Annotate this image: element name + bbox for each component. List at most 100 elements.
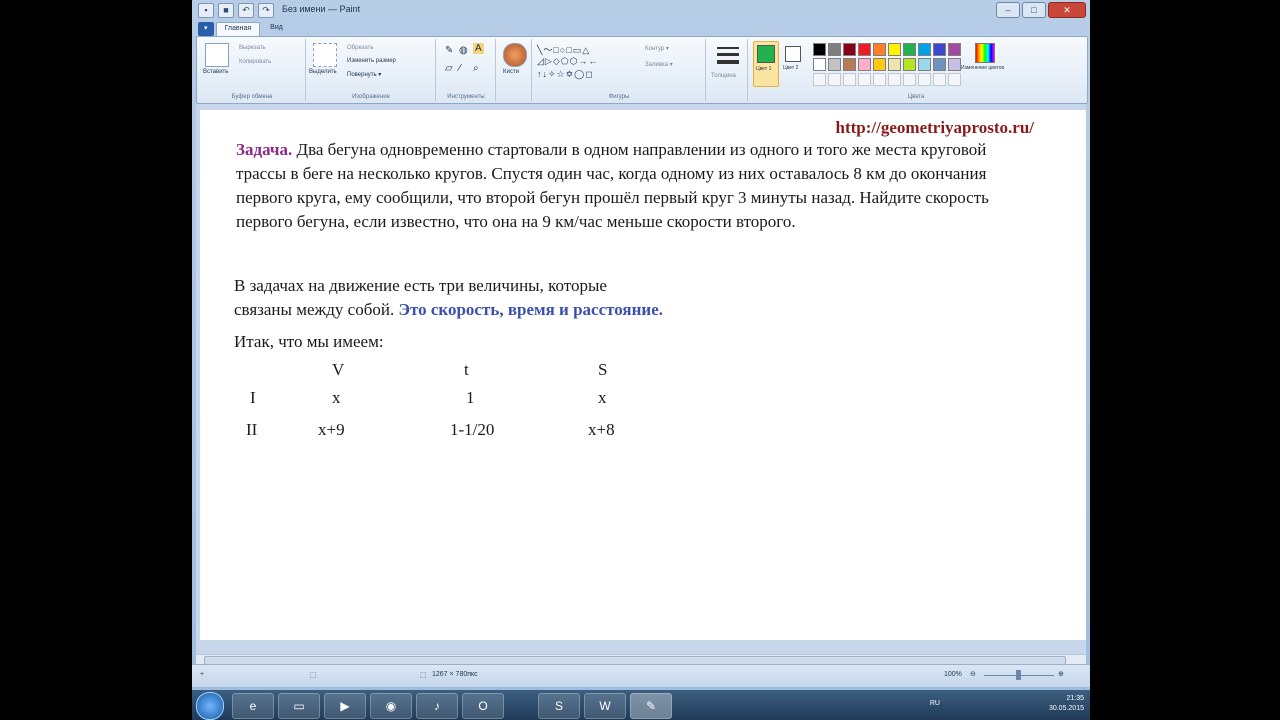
brushes-group: Кисти xyxy=(497,39,532,101)
paste-icon[interactable] xyxy=(205,43,229,67)
color-picker-icon[interactable]: ⁄ xyxy=(459,63,461,74)
sound-taskbar-icon[interactable]: ♪ xyxy=(416,693,458,719)
image-group-label: Изображение xyxy=(352,94,390,100)
media-player-taskbar-icon[interactable]: ▶ xyxy=(324,693,366,719)
custom-color-swatch[interactable] xyxy=(888,73,901,86)
fill-icon[interactable]: ◍ xyxy=(459,45,468,56)
shapes-gallery[interactable]: ╲〜□○□▭△ xyxy=(537,43,590,56)
ie-taskbar-icon[interactable]: e xyxy=(232,693,274,719)
app-menu-icon[interactable]: ▪ xyxy=(198,3,214,18)
select-icon[interactable] xyxy=(313,43,337,67)
crop-button[interactable]: Обрезать xyxy=(347,45,373,51)
color-swatch[interactable] xyxy=(918,43,931,56)
clock-date: 30.05.2015 xyxy=(1048,705,1084,712)
image-group: Выделить Обрезать Изменить размер Поверн… xyxy=(307,39,436,101)
fill-button[interactable]: Заливка ▾ xyxy=(645,61,673,68)
brush-icon[interactable] xyxy=(503,43,527,67)
pencil-icon[interactable]: ✎ xyxy=(445,45,453,56)
edit-colors-icon[interactable] xyxy=(975,43,995,63)
size-button[interactable]: Толщина xyxy=(711,73,736,79)
color-swatch[interactable] xyxy=(843,58,856,71)
maximize-button[interactable]: □ xyxy=(1022,2,1046,18)
color2-button[interactable]: Цвет 2 xyxy=(781,41,805,85)
tools-group: ✎ ◍ A ▱ ⁄ ⌕ Инструменты xyxy=(437,39,496,101)
copy-button[interactable]: Копировать xyxy=(239,59,271,65)
tab-home[interactable]: Главная xyxy=(215,22,261,36)
eraser-icon[interactable]: ▱ xyxy=(445,63,453,74)
zoom-out-button[interactable]: ⊖ xyxy=(970,670,976,678)
redo-icon[interactable]: ↷ xyxy=(258,3,274,18)
save-icon[interactable]: ■ xyxy=(218,3,234,18)
zoom-in-button[interactable]: ⊕ xyxy=(1058,670,1064,678)
color1-button[interactable]: Цвет 1 xyxy=(753,41,779,87)
color-swatch[interactable] xyxy=(858,43,871,56)
paint-menu-button[interactable]: ▾ xyxy=(198,22,214,36)
text-tool-icon[interactable]: A xyxy=(473,43,484,54)
select-button[interactable]: Выделить xyxy=(309,69,337,75)
window-title: Без имени — Paint xyxy=(282,4,361,14)
color-swatch[interactable] xyxy=(858,58,871,71)
custom-color-swatch[interactable] xyxy=(858,73,871,86)
clock[interactable]: 21:35 30.05.2015 xyxy=(1049,694,1084,714)
row2-v: x+9 xyxy=(318,420,345,439)
outline-button[interactable]: Контур ▾ xyxy=(645,45,669,52)
opera-taskbar-icon[interactable]: O xyxy=(462,693,504,719)
resize-button[interactable]: Изменить размер xyxy=(347,58,396,64)
colors-group-label: Цвета xyxy=(907,94,925,100)
color-swatch[interactable] xyxy=(888,43,901,56)
paint-window: ▪ ■ ↶ ↷ Без имени — Paint – □ ✕ ▾ Главна… xyxy=(192,0,1090,690)
color-swatch[interactable] xyxy=(813,58,826,71)
color-swatch[interactable] xyxy=(828,58,841,71)
custom-color-swatch[interactable] xyxy=(828,73,841,86)
minimize-button[interactable]: – xyxy=(996,2,1020,18)
colors-group: Цвет 1 Цвет 2 Изменение цветов Цвета xyxy=(749,39,1083,101)
color-swatch[interactable] xyxy=(933,43,946,56)
color-swatch[interactable] xyxy=(873,43,886,56)
rotate-button[interactable]: Повернуть ▾ xyxy=(347,71,381,78)
explorer-taskbar-icon[interactable]: ▭ xyxy=(278,693,320,719)
color-swatch[interactable] xyxy=(933,58,946,71)
edit-colors-button[interactable]: Изменение цветов xyxy=(961,65,1004,71)
paste-button[interactable]: Вставить xyxy=(203,69,228,75)
zoom-slider-handle[interactable] xyxy=(1016,670,1021,680)
clipboard-group: Вставить Вырезать Копировать Буфер обмен… xyxy=(199,39,306,101)
custom-color-swatch[interactable] xyxy=(873,73,886,86)
custom-color-swatch[interactable] xyxy=(813,73,826,86)
skype-taskbar-icon[interactable]: S xyxy=(538,693,580,719)
custom-color-swatch[interactable] xyxy=(918,73,931,86)
tools-group-label: Инструменты xyxy=(447,94,485,100)
motion-line2: связаны между собой. xyxy=(234,300,399,319)
color-swatch[interactable] xyxy=(948,43,961,56)
paint-taskbar-icon[interactable]: ✎ xyxy=(630,693,672,719)
custom-color-swatch[interactable] xyxy=(933,73,946,86)
chrome-taskbar-icon[interactable]: ◉ xyxy=(370,693,412,719)
color-swatch[interactable] xyxy=(888,58,901,71)
custom-color-swatch[interactable] xyxy=(843,73,856,86)
color-swatch[interactable] xyxy=(948,58,961,71)
word-taskbar-icon[interactable]: W xyxy=(584,693,626,719)
magnifier-icon[interactable]: ⌕ xyxy=(473,63,479,74)
cut-button[interactable]: Вырезать xyxy=(239,45,266,51)
close-button[interactable]: ✕ xyxy=(1048,2,1086,18)
undo-icon[interactable]: ↶ xyxy=(238,3,254,18)
color-swatch[interactable] xyxy=(903,58,916,71)
shapes-gallery-row2[interactable]: ◿▷◇⬠⬡→← xyxy=(537,56,598,67)
language-indicator[interactable]: RU xyxy=(930,700,940,707)
canvas[interactable]: http://geometriyaprosto.ru/ Задача. Два … xyxy=(200,110,1086,640)
color-swatch[interactable] xyxy=(903,43,916,56)
custom-color-swatch[interactable] xyxy=(948,73,961,86)
brushes-button[interactable]: Кисти xyxy=(503,69,519,75)
row1-s: x xyxy=(598,388,607,407)
color2-label: Цвет 2 xyxy=(783,65,799,71)
clipboard-group-label: Буфер обмена xyxy=(231,94,273,100)
color-swatch[interactable] xyxy=(843,43,856,56)
tab-view[interactable]: Вид xyxy=(262,22,291,36)
task-paragraph: Задача. Два бегуна одновременно стартова… xyxy=(236,138,1006,234)
custom-color-swatch[interactable] xyxy=(903,73,916,86)
start-button[interactable] xyxy=(196,692,224,720)
color-swatch[interactable] xyxy=(828,43,841,56)
shapes-gallery-row3[interactable]: ↑↓✧☆✡◯◻ xyxy=(537,69,594,80)
color-swatch[interactable] xyxy=(813,43,826,56)
color-swatch[interactable] xyxy=(918,58,931,71)
color-swatch[interactable] xyxy=(873,58,886,71)
